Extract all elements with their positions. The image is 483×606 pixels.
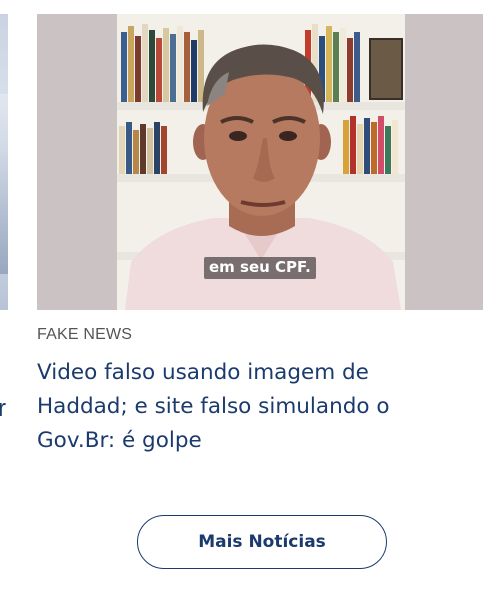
news-card-image[interactable]: em seu CPF. [37,14,483,310]
news-headline[interactable]: Video falso usando imagem de Haddad; e s… [37,356,457,458]
video-subtitle: em seu CPF. [204,257,316,279]
news-card[interactable]: em seu CPF. FAKE NEWS Video falso usando… [37,14,483,458]
previous-card-image[interactable] [0,14,8,310]
previous-card-title-fragment[interactable]: r [0,395,6,423]
news-category[interactable]: FAKE NEWS [37,326,483,344]
more-news-button[interactable]: Mais Notícias [137,515,387,569]
